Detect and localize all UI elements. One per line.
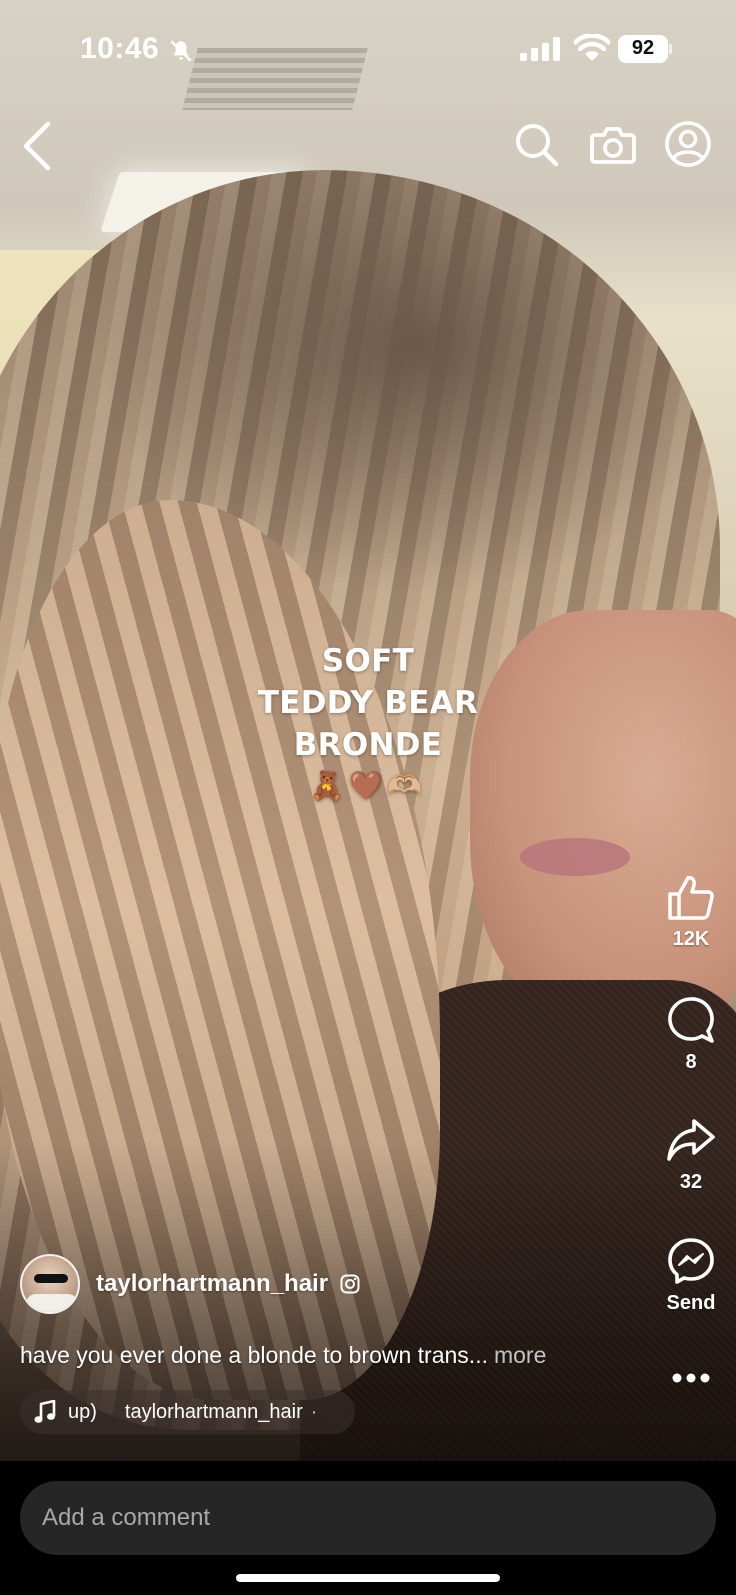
profile-icon [665,121,711,167]
video-text-overlay: SOFT TEDDY BEAR BRONDE 🧸🤎🫶🏼 [218,640,518,806]
author-row: taylorhartmann_hair [20,1254,360,1314]
status-time: 10:46 [80,32,160,65]
send-label: Send [666,1292,716,1314]
comment-bar [0,1461,736,1595]
battery-icon: 92 [618,35,672,63]
chevron-left-icon [23,121,51,171]
wifi-icon [574,34,610,61]
like-count: 12K [672,928,710,950]
share-arrow-icon [667,1119,715,1161]
author-username[interactable]: taylorhartmann_hair [96,1270,328,1298]
music-note-icon [34,1400,56,1423]
instagram-icon [340,1274,360,1294]
audio-attribution[interactable]: up) taylorhartmann_hair · [20,1390,355,1434]
caption[interactable]: have you ever done a blonde to brown tra… [20,1342,640,1369]
lips [520,838,630,876]
bell-slash-icon [170,40,192,62]
comment-input[interactable] [20,1481,716,1555]
thumbs-up-icon [668,876,714,920]
share-button[interactable]: 32 [651,1115,731,1194]
caption-text: have you ever done a blonde to brown tra… [20,1342,488,1368]
status-bar: 10:46 92 [0,0,736,100]
comment-bubble-icon [668,997,714,1043]
more-options-button[interactable] [651,1372,731,1402]
overlay-line-2: TEDDY BEAR [257,685,479,721]
like-button[interactable]: 12K [651,872,731,951]
caption-more-link[interactable]: more [494,1342,546,1368]
search-icon [516,124,559,167]
overlay-emoji: 🧸🤎🫶🏼 [309,769,427,802]
overlay-line-3: BRONDE [293,727,443,763]
comment-button[interactable]: 8 [651,995,731,1074]
messenger-icon [668,1238,714,1284]
camera-icon [590,127,636,164]
cellular-signal-icon [520,37,560,61]
battery-level: 92 [631,37,655,59]
comment-count: 8 [685,1051,697,1073]
camera-button[interactable] [590,122,636,168]
home-indicator[interactable] [236,1574,500,1582]
audio-separator: · [310,1400,318,1423]
audio-title-fragment: up) [68,1400,97,1423]
search-button[interactable] [514,122,560,168]
share-count: 32 [679,1171,703,1193]
profile-button[interactable] [664,120,712,168]
more-horizontal-icon [672,1373,710,1383]
audio-artist: taylorhartmann_hair [124,1400,303,1423]
overlay-line-1: SOFT [321,643,415,679]
avatar[interactable] [20,1254,80,1314]
send-button[interactable]: Send [651,1236,731,1315]
back-button[interactable] [18,120,58,172]
